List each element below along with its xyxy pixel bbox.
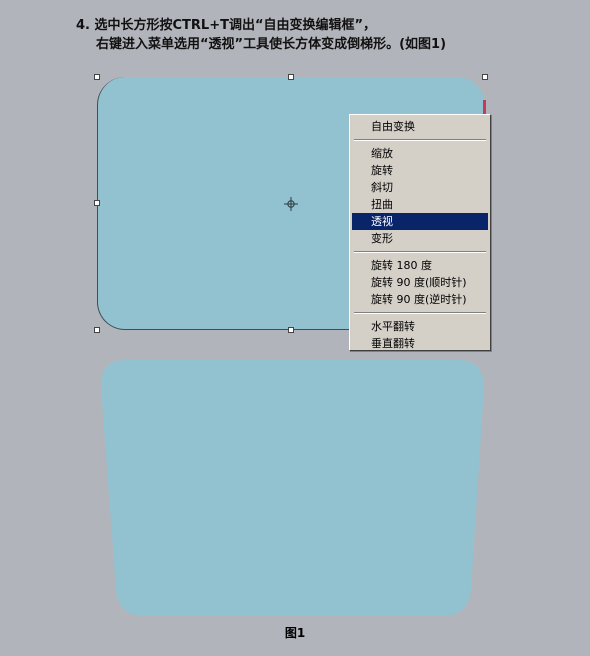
- menu-item-rotate[interactable]: 旋转: [352, 162, 488, 179]
- menu-item-warp[interactable]: 变形: [352, 230, 488, 247]
- instruction-line-1: 4. 选中长方形按CTRL+T调出“自由变换编辑框”，: [76, 18, 377, 33]
- menu-item-flip-horizontal[interactable]: 水平翻转: [352, 318, 488, 335]
- transform-pivot-icon[interactable]: [284, 197, 298, 211]
- menu-item-rotate-90-ccw[interactable]: 旋转 90 度(逆时针): [352, 291, 488, 308]
- transform-handle-top-left[interactable]: [94, 74, 100, 80]
- instruction-line-2: 右键进入菜单选用“透视”工具使长方体变成倒梯形。(如图1): [96, 37, 447, 52]
- menu-item-distort[interactable]: 扭曲: [352, 196, 488, 213]
- instruction-text: 4. 选中长方形按CTRL+T调出“自由变换编辑框”， 右键进入菜单选用“透视”…: [76, 16, 446, 54]
- menu-item-perspective[interactable]: 透视: [352, 213, 488, 230]
- menu-separator: [354, 251, 486, 253]
- menu-item-flip-vertical[interactable]: 垂直翻转: [352, 335, 488, 352]
- inverted-trapezoid-shape: [100, 360, 485, 616]
- context-menu: 自由变换 缩放 旋转 斜切 扭曲 透视 变形 旋转 180 度 旋转 90 度(…: [349, 114, 491, 351]
- transform-handle-top-right[interactable]: [482, 74, 488, 80]
- menu-item-scale[interactable]: 缩放: [352, 145, 488, 162]
- menu-item-skew[interactable]: 斜切: [352, 179, 488, 196]
- menu-separator: [354, 139, 486, 141]
- menu-item-rotate-90-cw[interactable]: 旋转 90 度(顺时针): [352, 274, 488, 291]
- menu-item-free-transform[interactable]: 自由变换: [352, 118, 488, 135]
- transform-handle-bottom-left[interactable]: [94, 327, 100, 333]
- menu-item-rotate-180[interactable]: 旋转 180 度: [352, 257, 488, 274]
- menu-separator: [354, 312, 486, 314]
- figure-caption: 图1: [284, 626, 306, 640]
